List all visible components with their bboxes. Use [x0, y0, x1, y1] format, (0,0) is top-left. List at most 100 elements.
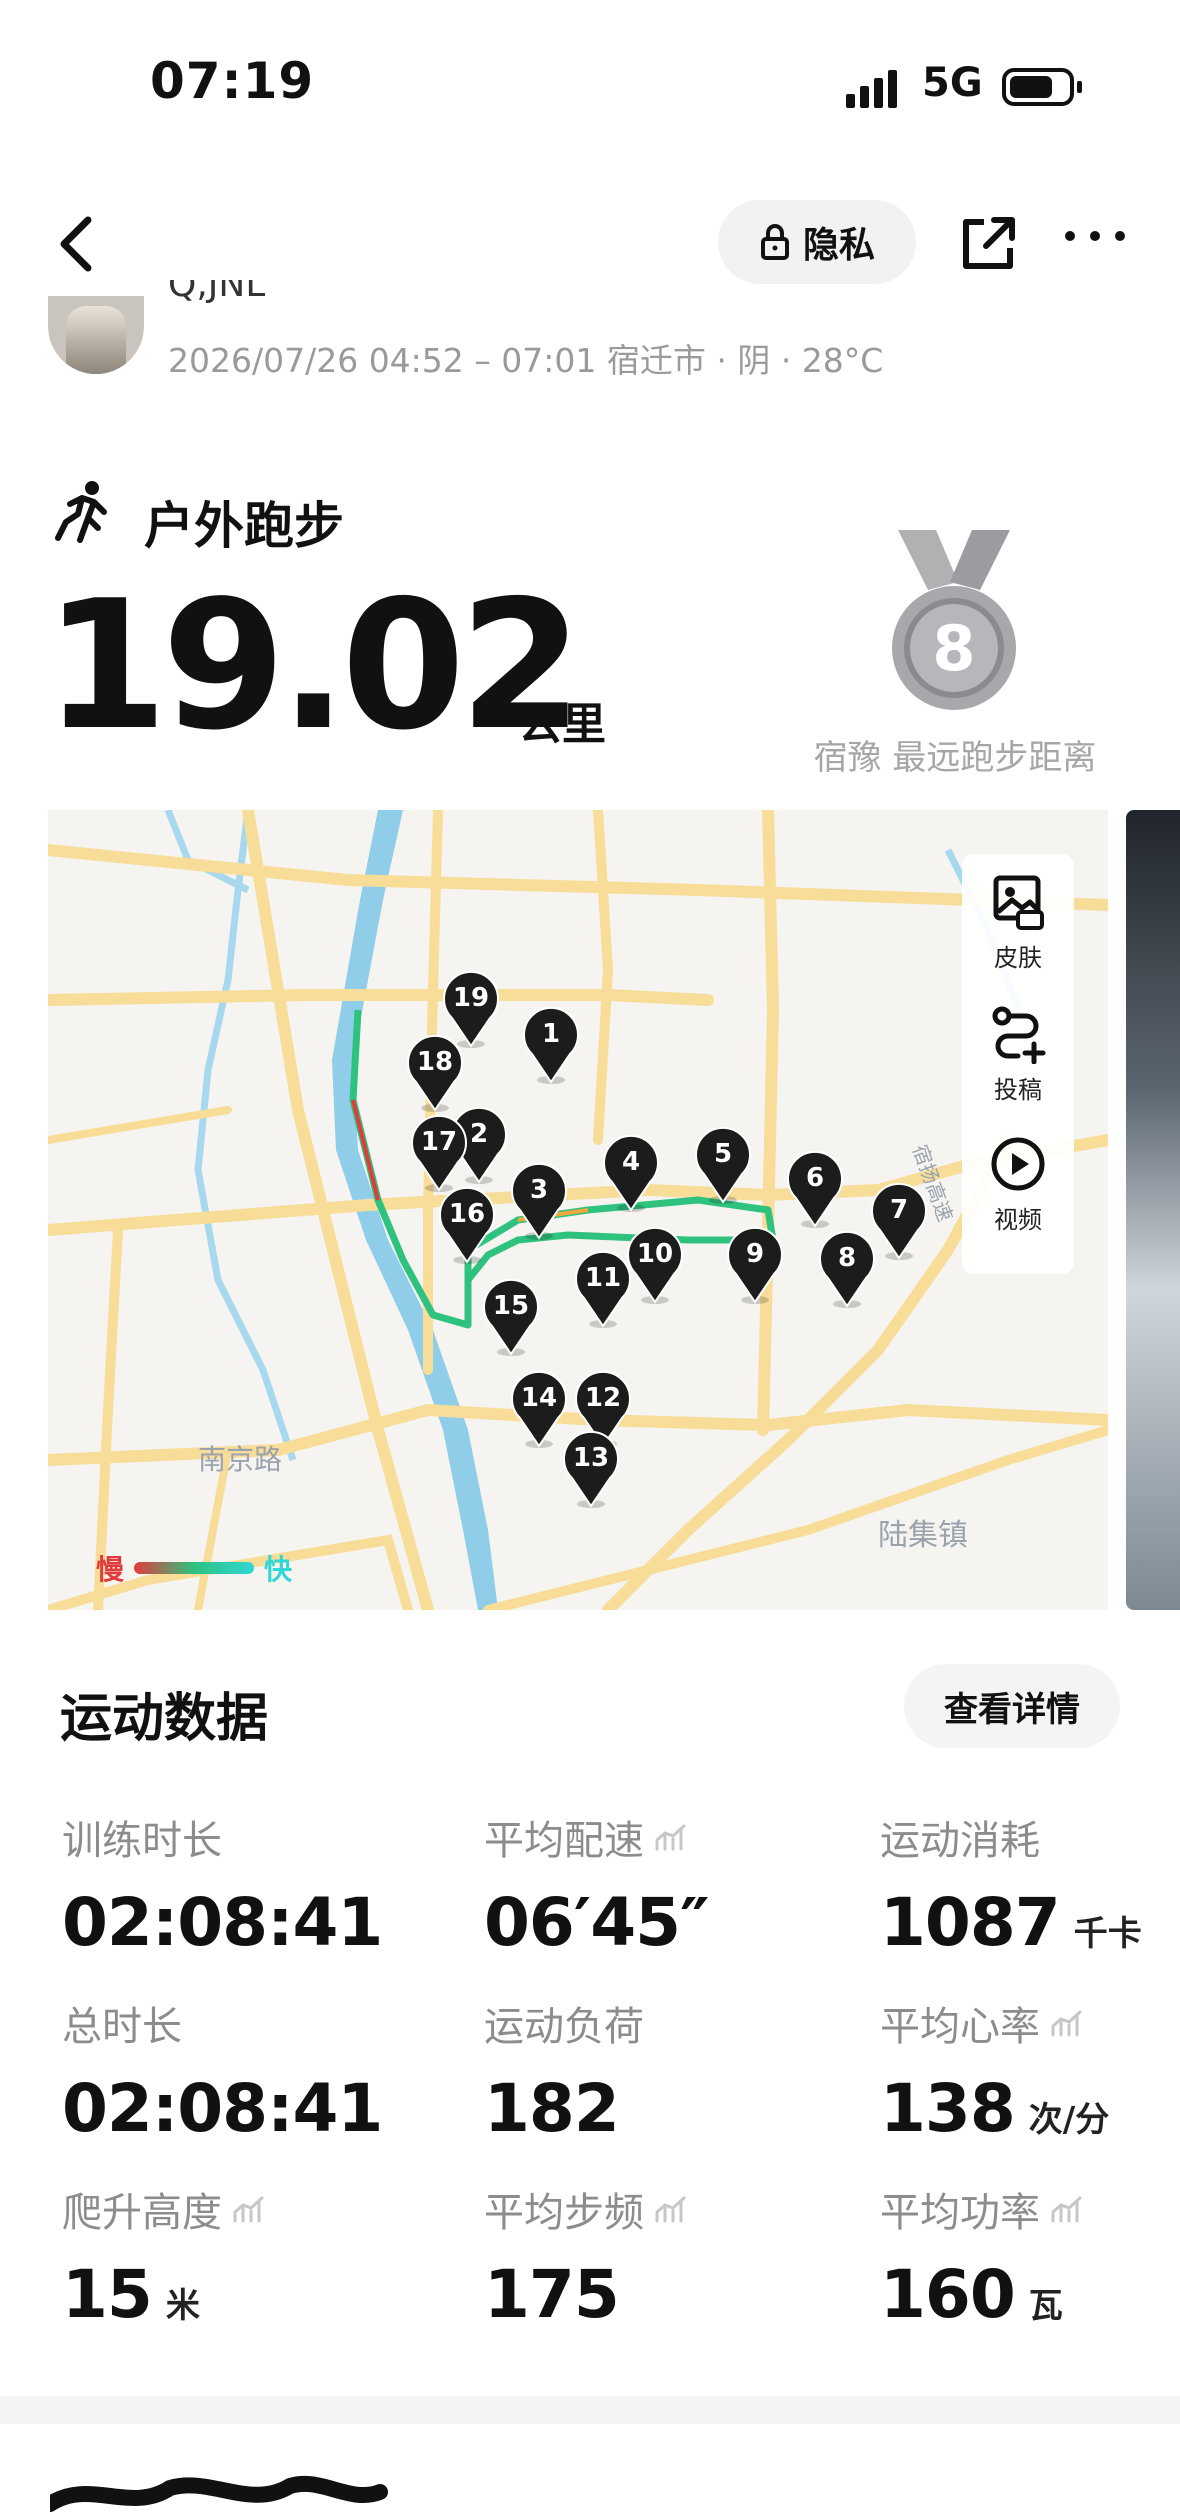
route-pin-number: 19 [452, 983, 490, 1013]
stat-value: 1087 [880, 1884, 1061, 1961]
route-pin-number: 9 [745, 1239, 765, 1269]
route-add-icon [992, 1006, 1046, 1064]
trend-chart-icon[interactable] [1050, 2008, 1086, 2038]
route-pin-number: 1 [541, 1019, 561, 1049]
route-pin-number: 18 [416, 1047, 454, 1077]
route-pin-number: 12 [584, 1383, 622, 1413]
stat-label: 平均功率 [880, 2190, 1040, 2236]
legend-fast-label: 快 [264, 1553, 293, 1586]
stat-value: 138 [880, 2070, 1016, 2147]
map-label-town: 陆集镇 [878, 1518, 968, 1553]
redacted-text [50, 2475, 388, 2512]
stat-value: 15 [62, 2256, 153, 2333]
stat-unit: 米 [165, 2286, 200, 2326]
activity-type: 户外跑步 [144, 497, 344, 555]
stat-label: 运动消耗 [880, 1818, 1040, 1864]
stat-value: 182 [484, 2070, 620, 2147]
stat-value: 160 [880, 2256, 1016, 2333]
map-toolbar: 皮肤 投稿 视频 [962, 854, 1074, 1274]
legend-gradient-bar [134, 1562, 255, 1574]
route-pin-number: 7 [889, 1195, 909, 1225]
stat-avg-cadence: 平均步频 175 [484, 2180, 690, 2333]
distance-value: 19.02 [44, 562, 583, 769]
route-pin-number: 14 [520, 1383, 558, 1413]
medal-icon: 8 [892, 530, 1016, 710]
stat-label: 平均心率 [880, 2004, 1040, 2050]
route-pin-16[interactable]: 16 [436, 1186, 498, 1264]
map-tool-submit-label: 投稿 [994, 1076, 1042, 1104]
status-bar: 07:19 5G [0, 0, 1180, 170]
more-options-button[interactable] [1062, 222, 1128, 262]
route-pin-19[interactable]: 19 [440, 970, 502, 1048]
stat-training-duration: 训练时长 02:08:41 [62, 1808, 383, 1961]
map-tool-submit[interactable]: 投稿 [962, 1004, 1074, 1105]
route-map[interactable]: 南京路 陆集镇 宿扬高速 1 2 3 4 5 6 7 8 9 10 11 12 13 14 15 16 17 18… [48, 810, 1108, 1610]
route-pin-number: 16 [448, 1199, 486, 1229]
route-pin-17[interactable]: 17 [408, 1114, 470, 1192]
network-type: 5G [922, 60, 983, 106]
route-pin-1[interactable]: 1 [520, 1006, 582, 1084]
distance-unit: 公里 [518, 699, 606, 750]
route-pin-11[interactable]: 11 [572, 1250, 634, 1328]
route-pin-number: 6 [805, 1163, 825, 1193]
photo-thumbnail[interactable] [1126, 810, 1180, 1610]
stat-label: 平均步频 [484, 2190, 644, 2236]
trend-chart-icon[interactable] [232, 2194, 268, 2224]
stat-unit: 瓦 [1028, 2286, 1063, 2326]
map-tool-skin[interactable]: 皮肤 [962, 872, 1074, 973]
trend-chart-icon[interactable] [654, 1822, 690, 1852]
trend-chart-icon[interactable] [1050, 2194, 1086, 2224]
stat-label: 平均配速 [484, 1818, 644, 1864]
share-button[interactable] [958, 210, 1018, 274]
route-pin-9[interactable]: 9 [724, 1226, 786, 1304]
speed-legend: 慢 快 [96, 1550, 292, 1586]
medal-number: 8 [932, 612, 975, 685]
route-pin-number: 4 [621, 1147, 641, 1177]
user-name-text: Q,JNL [168, 280, 266, 305]
trend-chart-icon[interactable] [654, 2194, 690, 2224]
stat-training-load: 运动负荷 182 [484, 1994, 644, 2147]
route-pin-4[interactable]: 4 [600, 1134, 662, 1212]
route-pin-5[interactable]: 5 [692, 1126, 754, 1204]
more-icon [1065, 231, 1125, 241]
back-button[interactable] [50, 206, 110, 282]
stat-label: 训练时长 [62, 1818, 222, 1864]
play-icon [991, 1137, 1045, 1191]
privacy-button[interactable]: 隐私 [718, 200, 916, 284]
route-pin-number: 11 [584, 1263, 622, 1293]
view-details-button[interactable]: 查看详情 [904, 1664, 1120, 1748]
battery-icon [1002, 68, 1082, 106]
route-pin-15[interactable]: 15 [480, 1278, 542, 1356]
stat-total-duration: 总时长 02:08:41 [62, 1994, 383, 2147]
map-label-road: 南京路 [198, 1443, 283, 1476]
image-icon [993, 875, 1044, 930]
stat-value: 02:08:41 [62, 2070, 383, 2147]
route-pin-number: 17 [420, 1127, 458, 1157]
route-pin-8[interactable]: 8 [816, 1230, 878, 1308]
stat-label: 总时长 [62, 2004, 182, 2050]
stat-calories: 运动消耗 1087 千卡 [880, 1808, 1142, 1961]
route-pin-number: 3 [529, 1175, 549, 1205]
route-pin-14[interactable]: 14 [508, 1370, 570, 1448]
chevron-left-icon [60, 216, 92, 272]
avatar[interactable] [48, 296, 144, 374]
signal-icon [846, 68, 906, 108]
lock-icon [760, 224, 789, 260]
map-tool-video[interactable]: 视频 [962, 1134, 1074, 1235]
runner-icon [55, 481, 107, 543]
medal-badge[interactable]: 8 [880, 530, 1028, 720]
map-tool-video-label: 视频 [994, 1206, 1042, 1234]
stat-label: 爬升高度 [62, 2190, 222, 2236]
route-pin-6[interactable]: 6 [784, 1150, 846, 1228]
stat-avg-power: 平均功率 160 瓦 [880, 2180, 1086, 2333]
user-name: Q,JNL [168, 280, 265, 316]
stat-value: 02:08:41 [62, 1884, 383, 1961]
share-icon [963, 217, 1015, 269]
route-pin-number: 5 [713, 1139, 733, 1169]
activity-meta: 2026/07/26 04:52 – 07:01 宿迁市 · 阴 · 28°C [168, 341, 884, 380]
privacy-label: 隐私 [802, 225, 875, 266]
status-time: 07:19 [150, 52, 315, 110]
stat-avg-heart-rate: 平均心率 138 次/分 [880, 1994, 1109, 2147]
stats-title: 运动数据 [60, 1689, 269, 1749]
route-pin-3[interactable]: 3 [508, 1162, 570, 1240]
